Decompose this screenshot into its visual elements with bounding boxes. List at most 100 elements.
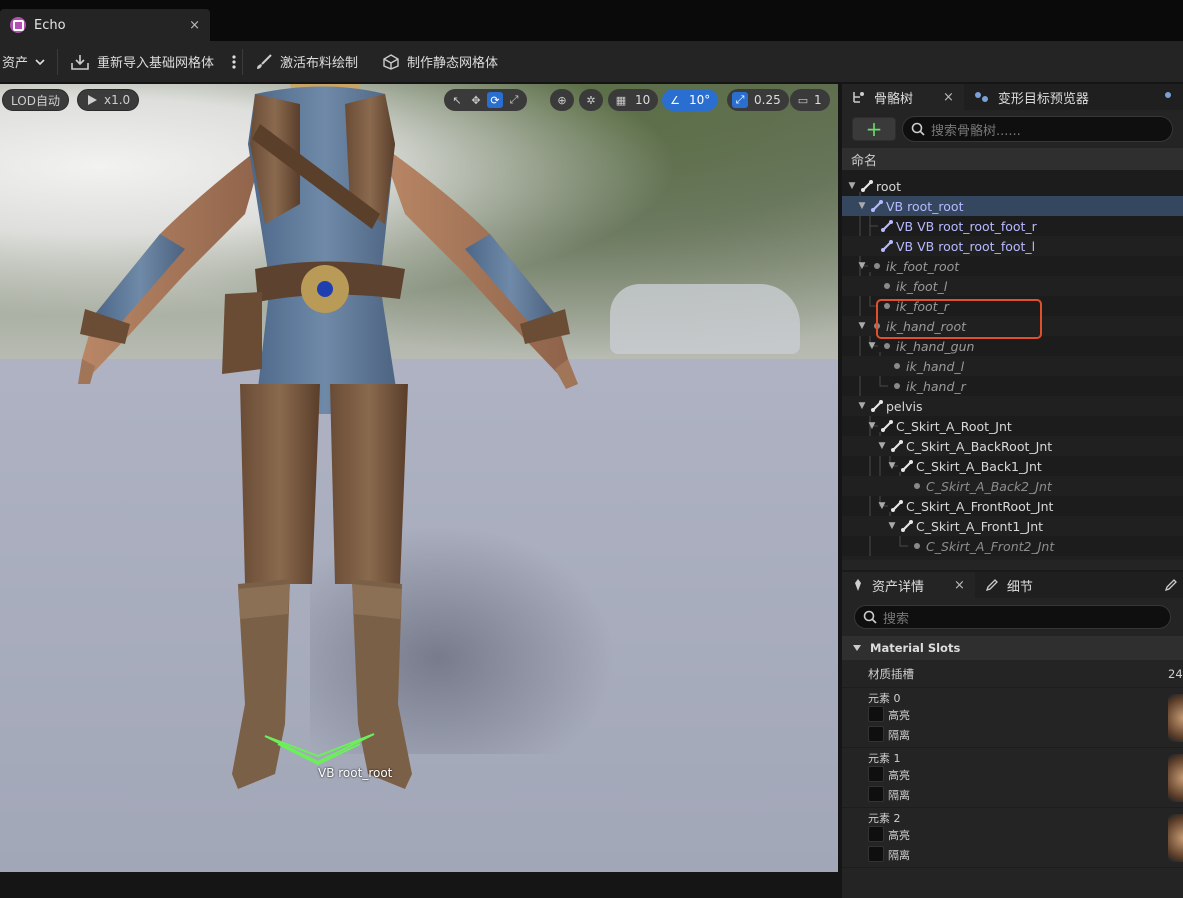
cloth-paint-label: 激活布料绘制: [280, 56, 359, 71]
skeleton-tree-row[interactable]: C_Skirt_A_Front2_Jnt: [842, 536, 1183, 556]
skeleton-search-input[interactable]: 搜索骨骼树......: [902, 116, 1173, 142]
virtual-bone-icon: [878, 239, 896, 253]
skeleton-tree-row[interactable]: ik_foot_l: [842, 276, 1183, 296]
reimport-label: 重新导入基础网格体: [97, 56, 215, 71]
expand-arrow-icon[interactable]: ▼: [866, 341, 878, 351]
scale-snap-button[interactable]: ⤢ 0.25: [727, 89, 789, 111]
viewport[interactable]: VB root_root LOD自动 x1.0 ↖ ✥ ⟳ ⤢ ⊕ ✲ ▦ 10…: [0, 84, 838, 872]
highlight-checkbox[interactable]: [868, 706, 884, 722]
highlight-checkbox[interactable]: [868, 766, 884, 782]
lod-auto-label: LOD自动: [11, 93, 60, 108]
playback-speed-button[interactable]: x1.0: [77, 89, 140, 111]
grid-icon: ▦: [615, 93, 627, 107]
skeleton-tree-row[interactable]: ▼R_Canister_A_Joint1_Jnt: [842, 556, 1183, 560]
bone-name-label: R_Canister_A_Joint1_Jnt: [896, 559, 1042, 561]
document-tab[interactable]: Echo ×: [0, 9, 210, 41]
bone-icon: [888, 439, 906, 453]
skeleton-tree-row[interactable]: VB VB root_root_foot_l: [842, 236, 1183, 256]
material-element: 元素 1 高亮 隔离: [842, 748, 1183, 808]
select-tool-icon[interactable]: ↖: [449, 92, 465, 108]
more-options-button[interactable]: [226, 41, 242, 82]
add-bone-button[interactable]: +: [852, 117, 896, 141]
expand-arrow-icon[interactable]: ▼: [886, 461, 898, 471]
skeletal-mesh-icon: [10, 17, 26, 33]
grid-snap-button[interactable]: ▦ 10: [608, 89, 659, 111]
make-static-mesh-button[interactable]: 制作静态网格体: [370, 41, 510, 82]
skeleton-tree-row[interactable]: ▼ pelvis: [842, 396, 1183, 416]
lod-auto-button[interactable]: LOD自动: [2, 89, 69, 111]
bone-name-label: C_Skirt_A_BackRoot_Jnt: [906, 438, 1053, 454]
tab-morph-target-previewer[interactable]: 变形目标预览器: [964, 84, 1099, 110]
skeleton-tree-row[interactable]: ik_hand_r: [842, 376, 1183, 396]
tab-skeleton-tree[interactable]: 骨骼树 ×: [842, 84, 964, 110]
expand-arrow-icon[interactable]: ▼: [856, 261, 868, 271]
local-space-icon: ⊕: [557, 93, 567, 107]
isolate-checkbox[interactable]: [868, 786, 884, 802]
assets-menu[interactable]: 资产: [0, 41, 57, 82]
material-element-name: 元素 1: [868, 752, 901, 765]
material-thumbnail[interactable]: [1168, 814, 1183, 862]
skeleton-tree-row[interactable]: ▼ VB root_root: [842, 196, 1183, 216]
skeleton-tree-row[interactable]: ▼ C_Skirt_A_Root_Jnt: [842, 416, 1183, 436]
highlight-label: 高亮: [888, 769, 910, 782]
pencil-icon: [985, 579, 998, 592]
expand-arrow-icon[interactable]: ▼: [856, 201, 868, 211]
material-slots-section[interactable]: Material Slots: [842, 636, 1183, 660]
highlight-checkbox[interactable]: [868, 826, 884, 842]
bone-icon: [898, 459, 916, 473]
skeleton-tree-row[interactable]: ik_hand_l: [842, 356, 1183, 376]
local-space-button[interactable]: ⊕: [550, 89, 574, 111]
skeleton-tree-row[interactable]: ▼ C_Skirt_A_FrontRoot_Jnt: [842, 496, 1183, 516]
asset-details-panel: 搜索 Material Slots 材质插槽 24 元素 0 高亮 隔离 元素 1 高亮…: [842, 598, 1183, 898]
tab-overflow[interactable]: [1164, 84, 1178, 110]
rotate-tool-icon[interactable]: ⟳: [487, 92, 503, 108]
name-column-label: 命名: [851, 153, 878, 169]
scale-tool-icon[interactable]: ⤢: [506, 92, 522, 108]
material-thumbnail[interactable]: [1168, 754, 1183, 802]
skeleton-tree-row[interactable]: VB VB root_root_foot_r: [842, 216, 1183, 236]
expand-arrow-icon[interactable]: ▼: [876, 441, 888, 451]
expand-arrow-icon[interactable]: ▼: [886, 521, 898, 531]
activate-cloth-paint-button[interactable]: 激活布料绘制: [243, 41, 370, 82]
angle-snap-button[interactable]: ∠ 10°: [662, 89, 719, 111]
asset-details-icon: [855, 579, 861, 591]
bone-name-label: C_Skirt_A_Back1_Jnt: [916, 458, 1042, 474]
socket-dot-icon: [878, 283, 896, 289]
expand-arrow-icon[interactable]: ▼: [876, 501, 888, 511]
expand-arrow-icon[interactable]: ▼: [866, 421, 878, 431]
bone-icon: [878, 419, 896, 433]
skeleton-tree-row[interactable]: ▼ root: [842, 176, 1183, 196]
tab-overflow-details[interactable]: [1164, 572, 1178, 598]
isolate-checkbox[interactable]: [868, 726, 884, 742]
close-tab-button[interactable]: ×: [189, 18, 200, 33]
surface-snap-button[interactable]: ✲: [579, 89, 603, 111]
character-mesh[interactable]: [0, 84, 838, 872]
isolate-checkbox[interactable]: [868, 846, 884, 862]
material-thumbnail[interactable]: [1168, 694, 1183, 742]
camera-speed-button[interactable]: ▭ 1: [790, 89, 830, 111]
reimport-base-mesh-button[interactable]: 重新导入基础网格体: [58, 41, 226, 82]
isolate-label: 隔离: [888, 729, 910, 742]
playback-speed-value: x1.0: [104, 93, 131, 107]
expand-arrow-icon[interactable]: ▼: [856, 401, 868, 411]
angle-icon: ∠: [670, 93, 680, 107]
bone-name-label: ik_hand_gun: [896, 338, 975, 354]
pencil-icon: [1164, 579, 1177, 592]
highlight-label: 高亮: [888, 709, 910, 722]
skeleton-tree-row[interactable]: ▼ C_Skirt_A_Back1_Jnt: [842, 456, 1183, 476]
skeleton-tree-row[interactable]: ▼ C_Skirt_A_Front1_Jnt: [842, 516, 1183, 536]
skeleton-tree-row[interactable]: ▼ C_Skirt_A_BackRoot_Jnt: [842, 436, 1183, 456]
tab-asset-details[interactable]: 资产详情 ×: [842, 572, 975, 598]
expand-arrow-icon[interactable]: ▼: [856, 321, 868, 331]
tab-details[interactable]: 细节: [975, 572, 1043, 598]
close-skeleton-tab-button[interactable]: ×: [943, 90, 954, 105]
skeleton-tree-row[interactable]: C_Skirt_A_Back2_Jnt: [842, 476, 1183, 496]
expand-arrow-icon[interactable]: ▼: [846, 181, 858, 191]
translate-tool-icon[interactable]: ✥: [468, 92, 484, 108]
skeleton-tree-row[interactable]: ▼ ik_foot_root: [842, 256, 1183, 276]
details-search-input[interactable]: 搜索: [854, 605, 1171, 629]
skeleton-tree-row[interactable]: ▼ ik_hand_gun: [842, 336, 1183, 356]
search-icon: [863, 610, 877, 624]
close-asset-details-button[interactable]: ×: [954, 578, 965, 593]
name-column-header[interactable]: 命名: [842, 148, 1183, 170]
